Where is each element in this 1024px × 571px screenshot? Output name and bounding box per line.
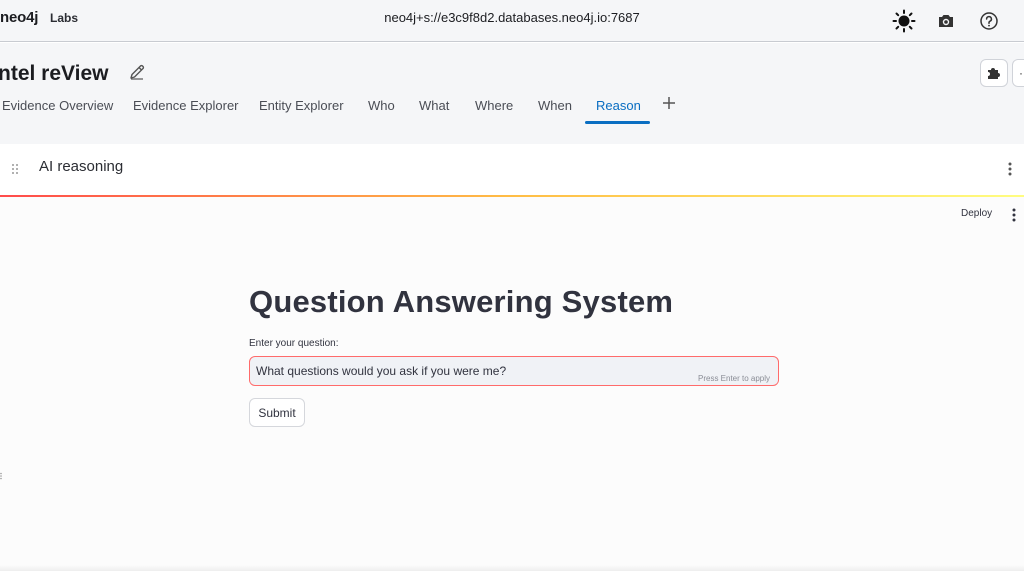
tab-when[interactable]: When bbox=[538, 98, 572, 113]
puzzle-icon bbox=[988, 68, 1000, 79]
drag-handle-icon[interactable] bbox=[10, 162, 20, 176]
app-menu-kebab-icon[interactable] bbox=[1008, 207, 1020, 223]
question-input-label: Enter your question: bbox=[249, 338, 339, 349]
tab-reason[interactable]: Reason bbox=[596, 98, 641, 113]
edit-pencil-icon[interactable] bbox=[128, 63, 148, 83]
page-tabs: Evidence Overview Evidence Explorer Enti… bbox=[0, 89, 1024, 171]
top-bar: neo4j Labs neo4j+s://e3c9f8d2.databases.… bbox=[0, 0, 1024, 42]
theme-toggle-sun-icon[interactable] bbox=[890, 7, 918, 35]
tab-what[interactable]: What bbox=[419, 98, 449, 113]
extensions-puzzle-button[interactable] bbox=[980, 59, 1008, 87]
camera-icon[interactable] bbox=[932, 7, 960, 35]
page-heading: Question Answering System bbox=[249, 284, 674, 319]
tab-who[interactable]: Who bbox=[368, 98, 395, 113]
more-options-button[interactable]: ··· bbox=[1012, 59, 1024, 87]
report-card-header: AI reasoning bbox=[0, 144, 1024, 194]
tab-entity-explorer[interactable]: Entity Explorer bbox=[259, 98, 344, 113]
embedded-app: Deploy Question Answering System Enter y… bbox=[0, 197, 1024, 571]
report-title: AI reasoning bbox=[39, 158, 124, 175]
report-menu-kebab-icon[interactable] bbox=[1004, 160, 1016, 178]
resize-handle-icon[interactable] bbox=[0, 467, 3, 480]
help-icon[interactable] bbox=[975, 7, 1003, 35]
tab-evidence-overview[interactable]: Evidence Overview bbox=[2, 98, 113, 113]
bottom-edge bbox=[0, 565, 1024, 571]
active-tab-indicator bbox=[585, 121, 650, 124]
dashboard-title: ntel reView bbox=[0, 62, 109, 85]
connection-url[interactable]: neo4j+s://e3c9f8d2.databases.neo4j.io:76… bbox=[0, 10, 1024, 25]
tab-where[interactable]: Where bbox=[475, 98, 513, 113]
dashboard-header: ntel reView ··· Evidence Overview Eviden… bbox=[0, 43, 1024, 171]
submit-button[interactable]: Submit bbox=[249, 398, 305, 427]
add-tab-plus-icon[interactable] bbox=[660, 94, 678, 112]
tab-evidence-explorer[interactable]: Evidence Explorer bbox=[133, 98, 239, 113]
input-hint: Press Enter to apply bbox=[698, 374, 771, 383]
deploy-button[interactable]: Deploy bbox=[961, 208, 992, 219]
